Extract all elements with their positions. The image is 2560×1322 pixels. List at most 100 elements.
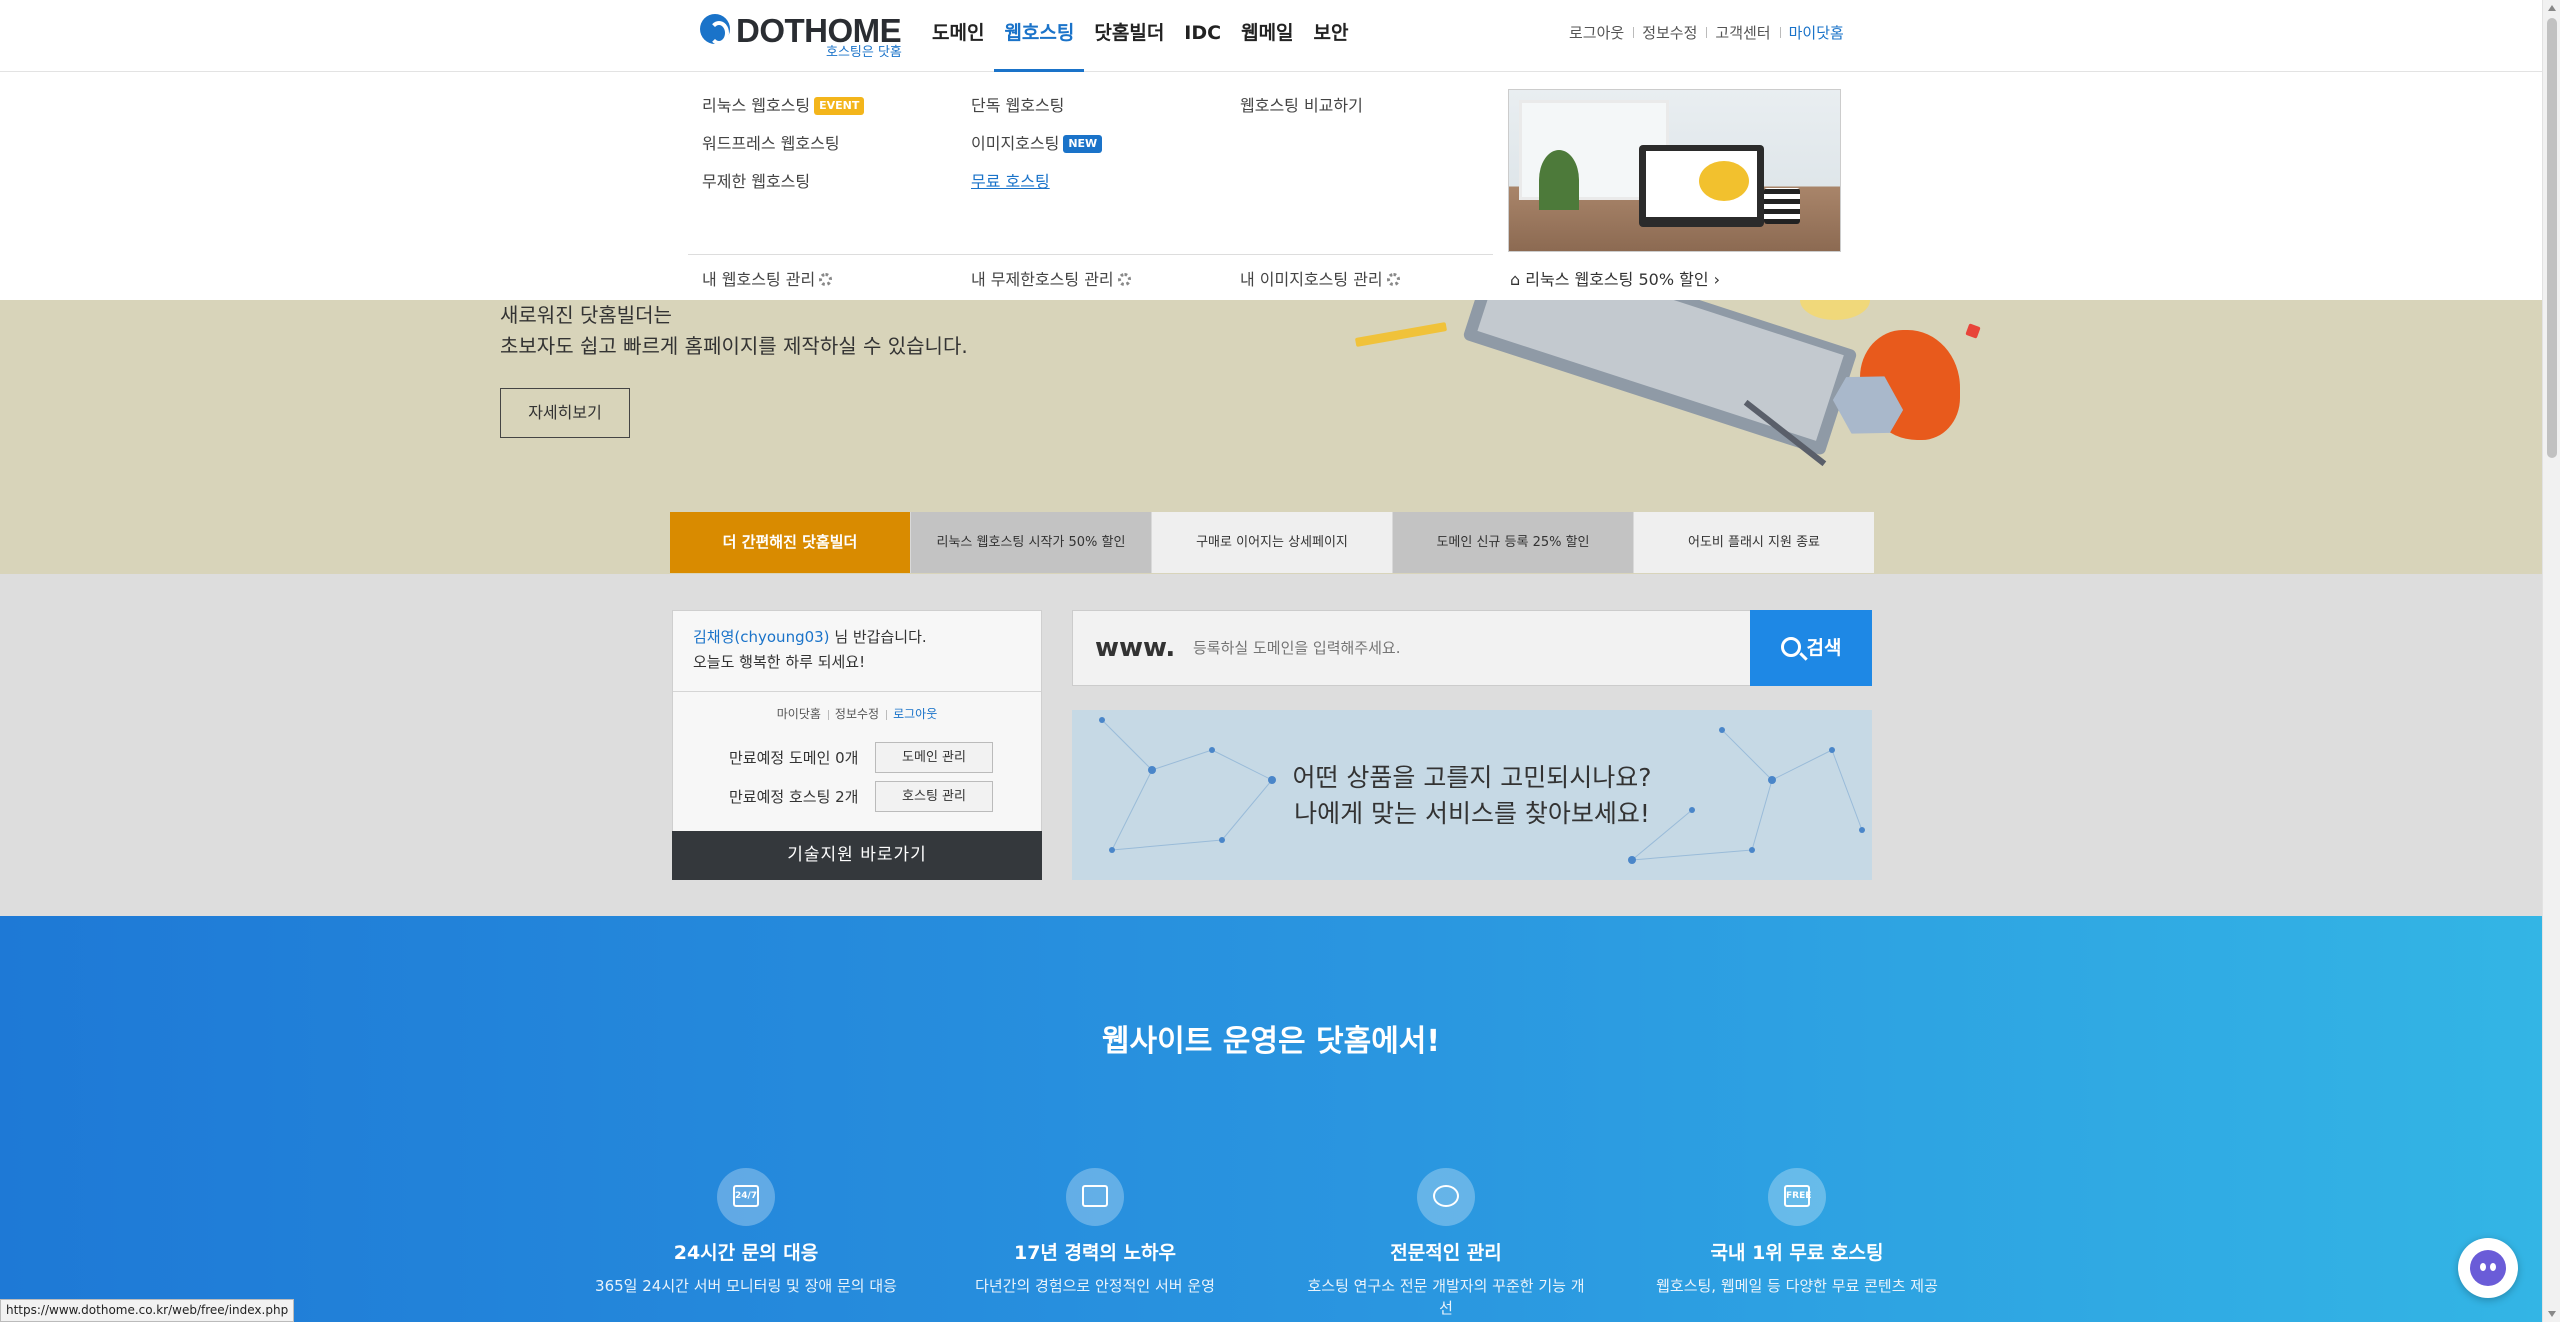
service-finder-banner[interactable]: 어떤 상품을 고를지 고민되시나요? 나에게 맞는 서비스를 찾아보세요!	[1072, 710, 1872, 880]
pencil-illustration	[1354, 322, 1448, 347]
new-badge: NEW	[1063, 135, 1103, 153]
gear-icon	[1386, 273, 1400, 286]
hero-line-1: 새로워진 닷홈빌더는	[500, 303, 672, 327]
manage-label: 내 웹호스팅 관리	[702, 270, 816, 289]
menu-label: 무료 호스팅	[971, 172, 1050, 191]
scroll-thumb[interactable]	[2547, 18, 2557, 458]
hosting-expiry-row: 만료예정 호스팅 2개 호스팅 관리	[729, 781, 993, 812]
menu-label: 단독 웹호스팅	[971, 96, 1065, 115]
domain-search-input[interactable]	[1191, 625, 1771, 671]
banner-line-1: 어떤 상품을 고를지 고민되시나요?	[1292, 763, 1652, 792]
menu-wordpress-hosting[interactable]: 워드프레스 웹호스팅	[702, 130, 864, 168]
feature-description: 호스팅 연구소 전문 개발자의 꾸준한 기능 개선	[1307, 1277, 1585, 1317]
greeting: 김채영(chyoung03) 님 반갑습니다. 오늘도 행복한 하루 되세요!	[693, 625, 927, 675]
feature-item-free: FREE 국내 1위 무료 호스팅 웹호스팅, 웹메일 등 다양한 무료 콘텐츠…	[1617, 1168, 1977, 1297]
feature-heading: 24시간 문의 대응	[673, 1242, 819, 1264]
dothome-logo[interactable]: DOTHOME 호스팅은 닷홈	[700, 12, 902, 60]
gear-icon	[1117, 273, 1131, 286]
menu-free-hosting[interactable]: 무료 호스팅	[971, 168, 1102, 206]
hosting-manage-button[interactable]: 호스팅 관리	[875, 781, 993, 812]
menu-label: 이미지호스팅	[971, 134, 1060, 153]
banner-line-2: 나에게 맞는 서비스를 찾아보세요!	[1294, 799, 1650, 828]
hero-text: 새로워진 닷홈빌더는 초보자도 쉽고 빠르게 홈페이지를 제작하실 수 있습니다…	[500, 300, 968, 362]
dothome-logo-icon	[700, 14, 730, 45]
greeting-suffix: 님 반갑습니다.	[829, 628, 927, 646]
promo-laptop-image[interactable]	[1508, 89, 1841, 252]
logo-subtitle: 호스팅은 닷홈	[826, 45, 902, 60]
feature-heading: 국내 1위 무료 호스팅	[1710, 1242, 1884, 1264]
domain-manage-button[interactable]: 도메인 관리	[875, 742, 993, 773]
promo-plant	[1539, 150, 1579, 210]
info-edit-link[interactable]: 정보수정	[828, 707, 886, 721]
event-badge: EVENT	[814, 97, 865, 115]
nav-webhosting[interactable]: 웹호스팅	[994, 0, 1085, 72]
domain-expiry-row: 만료예정 도메인 0개 도메인 관리	[729, 742, 993, 773]
red-dot-illustration	[1965, 323, 1981, 339]
feature-title: 웹사이트 운영은 닷홈에서!	[1101, 1024, 1441, 1059]
nav-idc[interactable]: IDC	[1174, 0, 1231, 72]
edit-info-link[interactable]: 정보수정	[1633, 22, 1706, 43]
nav-builder[interactable]: 닷홈빌더	[1084, 0, 1174, 72]
mydothome-link[interactable]: 마이닷홈	[770, 707, 828, 721]
feature-item-expert: 전문적인 관리 호스팅 연구소 전문 개발자의 꾸준한 기능 개선	[1266, 1168, 1626, 1319]
customer-center-link[interactable]: 고객센터	[1706, 22, 1779, 43]
dropdown-divider	[688, 254, 1493, 255]
menu-image-hosting[interactable]: 이미지호스팅 NEW	[971, 130, 1103, 168]
tech-support-button[interactable]: 기술지원 바로가기	[672, 831, 1042, 880]
search-icon	[1780, 637, 1801, 657]
user-logout-link[interactable]: 로그아웃	[886, 707, 944, 721]
nav-security[interactable]: 보안	[1304, 0, 1359, 72]
menu-label: 리눅스 웹호스팅	[702, 96, 811, 115]
gift-icon: ⌂	[1510, 270, 1526, 289]
menu-label: 웹호스팅 비교하기	[1240, 96, 1363, 115]
utility-nav: 로그아웃 정보수정 고객센터 마이닷홈	[1560, 22, 2542, 43]
user-panel-divider	[673, 691, 1041, 692]
page-scrollbar[interactable]	[2542, 0, 2560, 1322]
tab-detail-page[interactable]: 구매로 이어지는 상세페이지	[1151, 512, 1392, 573]
menu-unlimited-hosting[interactable]: 무제한 웹호스팅	[702, 168, 864, 206]
main-content: 김채영(chyoung03) 님 반갑습니다. 오늘도 행복한 하루 되세요! …	[0, 574, 2542, 916]
hero-line-2: 초보자도 쉽고 빠르게 홈페이지를 제작하실 수 있습니다.	[500, 334, 968, 358]
user-name[interactable]: 김채영(chyoung03)	[693, 628, 830, 646]
scroll-up-arrow-icon[interactable]	[2548, 5, 2556, 11]
hero-more-button[interactable]: 자세히보기	[500, 388, 630, 438]
promo-caption-link[interactable]: ⌂ 리눅스 웹호스팅 50% 할인 ›	[1510, 266, 1720, 290]
manage-label: 내 이미지호스팅 관리	[1240, 270, 1383, 289]
search-button-label: 검색	[1806, 638, 1842, 659]
dropdown-column-1: 리눅스 웹호스팅 EVENT 워드프레스 웹호스팅 무제한 웹호스팅	[702, 92, 865, 206]
www-prefix: www.	[1095, 633, 1176, 663]
my-dothome-link[interactable]: 마이닷홈	[1779, 22, 1853, 43]
tab-linux-discount[interactable]: 리눅스 웹호스팅 시작가 50% 할인	[910, 512, 1151, 573]
my-imagehosting-manage-link[interactable]: 내 이미지호스팅 관리	[1240, 266, 1400, 290]
my-unlimited-manage-link[interactable]: 내 무제한호스팅 관리	[971, 266, 1131, 290]
tab-builder[interactable]: 더 간편해진 닷홈빌더	[670, 512, 910, 573]
experience-icon	[1066, 1168, 1124, 1226]
menu-label: 무제한 웹호스팅	[702, 172, 811, 191]
feature-description: 다년간의 경험으로 안정적인 서버 운영	[975, 1277, 1215, 1295]
user-panel: 김채영(chyoung03) 님 반갑습니다. 오늘도 행복한 하루 되세요! …	[672, 610, 1042, 880]
promo-caption-text: 리눅스 웹호스팅 50% 할인 ›	[1525, 270, 1721, 289]
promo-cup	[1764, 188, 1800, 224]
promo-screen	[1646, 151, 1757, 217]
feature-item-support: 24/7 24시간 문의 대응 365일 24시간 서버 모니터링 및 장애 문…	[566, 1168, 926, 1297]
menu-dedicated-hosting[interactable]: 단독 웹호스팅	[971, 92, 1102, 130]
my-webhosting-manage-link[interactable]: 내 웹호스팅 관리	[702, 266, 833, 290]
logout-link[interactable]: 로그아웃	[1560, 22, 1633, 43]
domain-search-box: www. 검색	[1072, 610, 1872, 686]
tab-flash-end[interactable]: 어도비 플래시 지원 종료	[1633, 512, 1874, 573]
tab-domain-discount[interactable]: 도메인 신규 등록 25% 할인	[1392, 512, 1633, 573]
nav-webmail[interactable]: 웹메일	[1231, 0, 1303, 72]
domain-expiry-text: 만료예정 도메인 0개	[729, 749, 859, 767]
expert-icon	[1417, 1168, 1475, 1226]
search-button[interactable]: 검색	[1750, 610, 1872, 686]
banner-text: 어떤 상품을 고를지 고민되시나요? 나에게 맞는 서비스를 찾아보세요!	[1072, 760, 1872, 832]
manage-label: 내 무제한호스팅 관리	[971, 270, 1114, 289]
menu-compare-hosting[interactable]: 웹호스팅 비교하기	[1240, 92, 1363, 130]
chat-button[interactable]	[2458, 1238, 2518, 1298]
nav-domain[interactable]: 도메인	[922, 0, 994, 72]
menu-linux-hosting[interactable]: 리눅스 웹호스팅 EVENT	[702, 92, 865, 130]
24-7-icon: 24/7	[717, 1168, 775, 1226]
feature-heading: 전문적인 관리	[1390, 1242, 1502, 1264]
main-nav: 도메인 웹호스팅 닷홈빌더 IDC 웹메일 보안	[922, 0, 1359, 72]
scroll-down-arrow-icon[interactable]	[2548, 1311, 2556, 1317]
